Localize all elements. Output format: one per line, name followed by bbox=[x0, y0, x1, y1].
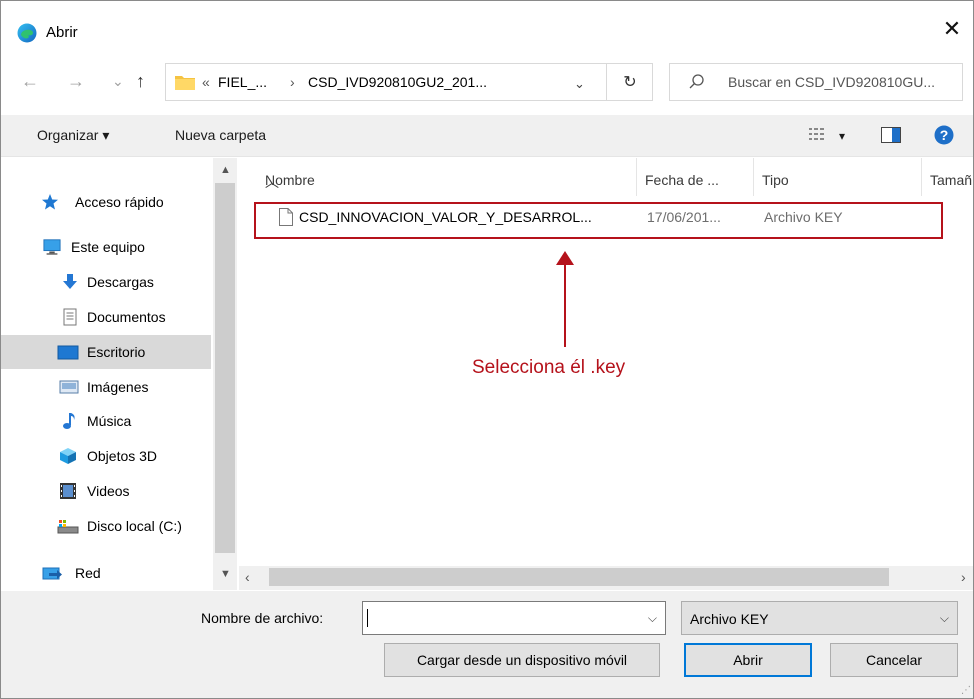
address-row: ← → ⌄ ↑ « FIEL_... › CSD_IVD920810GU2_20… bbox=[1, 57, 973, 107]
scrollbar-thumb[interactable] bbox=[269, 568, 889, 586]
window-title: Abrir bbox=[46, 24, 78, 41]
annotation-arrow-line bbox=[564, 263, 566, 347]
column-header-date[interactable]: Fecha de ... bbox=[637, 158, 754, 196]
breadcrumb-overflow[interactable]: « bbox=[202, 74, 210, 90]
sidebar-item-label: Imágenes bbox=[87, 379, 149, 395]
sidebar-item-local-disk[interactable]: Disco local (C:) bbox=[1, 509, 211, 543]
sidebar-item-pictures[interactable]: Imágenes bbox=[1, 370, 211, 404]
column-header-label: Tipo bbox=[762, 172, 789, 188]
annotation-highlight-box bbox=[254, 202, 943, 239]
sidebar-item-videos[interactable]: Videos bbox=[1, 474, 211, 508]
annotation-text: Selecciona él .key bbox=[472, 357, 626, 378]
computer-icon bbox=[43, 239, 61, 255]
refresh-button[interactable]: ↻ bbox=[606, 64, 653, 100]
navigation-pane: Acceso rápido Este equipo Descargas Docu… bbox=[1, 158, 237, 590]
forward-arrow-icon[interactable]: → bbox=[67, 71, 85, 92]
star-icon bbox=[42, 194, 58, 210]
download-icon bbox=[63, 274, 77, 289]
help-icon[interactable]: ? bbox=[934, 125, 954, 145]
open-file-dialog: Abrir ✕ ← → ⌄ ↑ « FIEL_... › CSD_IVD9208… bbox=[0, 0, 974, 699]
column-header-label: Tamañ bbox=[930, 172, 973, 188]
close-icon: ✕ bbox=[942, 16, 962, 41]
sidebar-item-label: Este equipo bbox=[71, 239, 145, 255]
sidebar-item-label: Videos bbox=[87, 483, 130, 499]
sidebar-item-documents[interactable]: Documentos bbox=[1, 300, 211, 334]
back-arrow-icon[interactable]: ← bbox=[21, 71, 39, 92]
recent-locations-chevron-icon[interactable]: ⌄ bbox=[112, 73, 124, 90]
drive-icon bbox=[57, 520, 79, 534]
cancel-button[interactable]: Cancelar bbox=[830, 643, 958, 677]
organize-button[interactable]: Organizar ▾ bbox=[37, 127, 109, 144]
command-bar: Organizar ▾ Nueva carpeta ▾ ? bbox=[1, 115, 973, 157]
sidebar-item-label: Descargas bbox=[87, 274, 154, 290]
sidebar-item-label: Red bbox=[75, 565, 101, 581]
sidebar-item-desktop[interactable]: Escritorio bbox=[1, 335, 211, 369]
network-icon bbox=[42, 567, 62, 580]
scroll-right-icon[interactable]: › bbox=[961, 569, 966, 585]
column-header-type[interactable]: Tipo bbox=[754, 158, 922, 196]
document-icon bbox=[63, 308, 77, 326]
view-dropdown-icon[interactable]: ▾ bbox=[839, 129, 845, 143]
preview-pane-icon[interactable] bbox=[881, 127, 901, 143]
navigation-scrollbar[interactable]: ▲ ▼ bbox=[213, 158, 237, 590]
pictures-icon bbox=[59, 380, 79, 394]
sidebar-item-label: Objetos 3D bbox=[87, 448, 158, 464]
column-header-name[interactable]: Nombre ︿ bbox=[257, 158, 637, 196]
sidebar-item-label: Disco local (C:) bbox=[87, 518, 182, 534]
scrollbar-thumb[interactable] bbox=[215, 183, 235, 553]
up-arrow-icon[interactable]: ↑ bbox=[136, 71, 145, 92]
refresh-icon: ↻ bbox=[623, 74, 637, 91]
sort-ascending-icon: ︿ bbox=[265, 174, 279, 190]
open-button[interactable]: Abrir bbox=[684, 643, 812, 677]
title-bar: Abrir ✕ bbox=[1, 1, 973, 49]
filename-input[interactable]: ⌵ bbox=[362, 601, 666, 635]
sidebar-item-quick-access[interactable]: Acceso rápido bbox=[1, 185, 211, 219]
cube-icon bbox=[60, 448, 76, 464]
column-header-label: Fecha de ... bbox=[645, 172, 719, 188]
sidebar-item-downloads[interactable]: Descargas bbox=[1, 265, 211, 299]
file-list-horizontal-scrollbar[interactable]: ‹ › bbox=[239, 566, 973, 590]
file-type-value: Archivo KEY bbox=[690, 611, 769, 627]
sidebar-item-label: Escritorio bbox=[87, 344, 146, 360]
file-type-select[interactable]: Archivo KEY ⌵ bbox=[681, 601, 958, 635]
dialog-footer: Nombre de archivo: ⌵ Archivo KEY ⌵ Carga… bbox=[1, 591, 973, 698]
sidebar-item-network[interactable]: Red bbox=[1, 556, 211, 590]
search-input[interactable]: Buscar en CSD_IVD920810GU... bbox=[728, 74, 935, 90]
desktop-icon bbox=[57, 345, 79, 360]
column-header-size[interactable]: Tamañ bbox=[922, 158, 973, 196]
breadcrumb-parent[interactable]: FIEL_... bbox=[218, 74, 267, 90]
text-caret bbox=[367, 609, 368, 627]
load-from-mobile-button[interactable]: Cargar desde un dispositivo móvil bbox=[384, 643, 660, 677]
sidebar-item-label: Música bbox=[87, 413, 132, 429]
new-folder-button[interactable]: Nueva carpeta bbox=[175, 127, 266, 143]
chevron-down-icon[interactable]: ⌵ bbox=[648, 611, 657, 626]
folder-icon bbox=[175, 76, 195, 90]
scroll-left-icon[interactable]: ‹ bbox=[245, 569, 250, 585]
sidebar-item-label: Documentos bbox=[87, 309, 166, 325]
search-box[interactable]: Buscar en CSD_IVD920810GU... bbox=[669, 63, 963, 101]
scroll-up-icon[interactable]: ▲ bbox=[220, 164, 231, 176]
address-bar[interactable]: « FIEL_... › CSD_IVD920810GU2_201... ⌄ ↻ bbox=[165, 63, 653, 101]
view-options-icon[interactable] bbox=[809, 127, 827, 143]
svg-text:?: ? bbox=[940, 127, 949, 143]
sidebar-item-this-pc[interactable]: Este equipo bbox=[1, 230, 211, 264]
breadcrumb-separator[interactable]: › bbox=[290, 74, 295, 90]
search-icon bbox=[689, 74, 704, 89]
breadcrumb-current[interactable]: CSD_IVD920810GU2_201... bbox=[308, 74, 487, 90]
scroll-down-icon[interactable]: ▼ bbox=[220, 568, 231, 580]
music-icon bbox=[63, 413, 75, 429]
edge-browser-icon bbox=[17, 23, 37, 43]
sidebar-item-3d-objects[interactable]: Objetos 3D bbox=[1, 439, 211, 473]
address-dropdown-icon[interactable]: ⌄ bbox=[574, 76, 585, 92]
video-icon bbox=[60, 483, 76, 499]
sidebar-item-label: Acceso rápido bbox=[75, 194, 164, 210]
resize-grip-icon[interactable]: ⋰ bbox=[961, 685, 971, 696]
sidebar-item-music[interactable]: Música bbox=[1, 404, 211, 438]
filename-label: Nombre de archivo: bbox=[201, 610, 324, 626]
close-button[interactable]: ✕ bbox=[929, 11, 973, 47]
chevron-down-icon: ⌵ bbox=[939, 611, 949, 625]
